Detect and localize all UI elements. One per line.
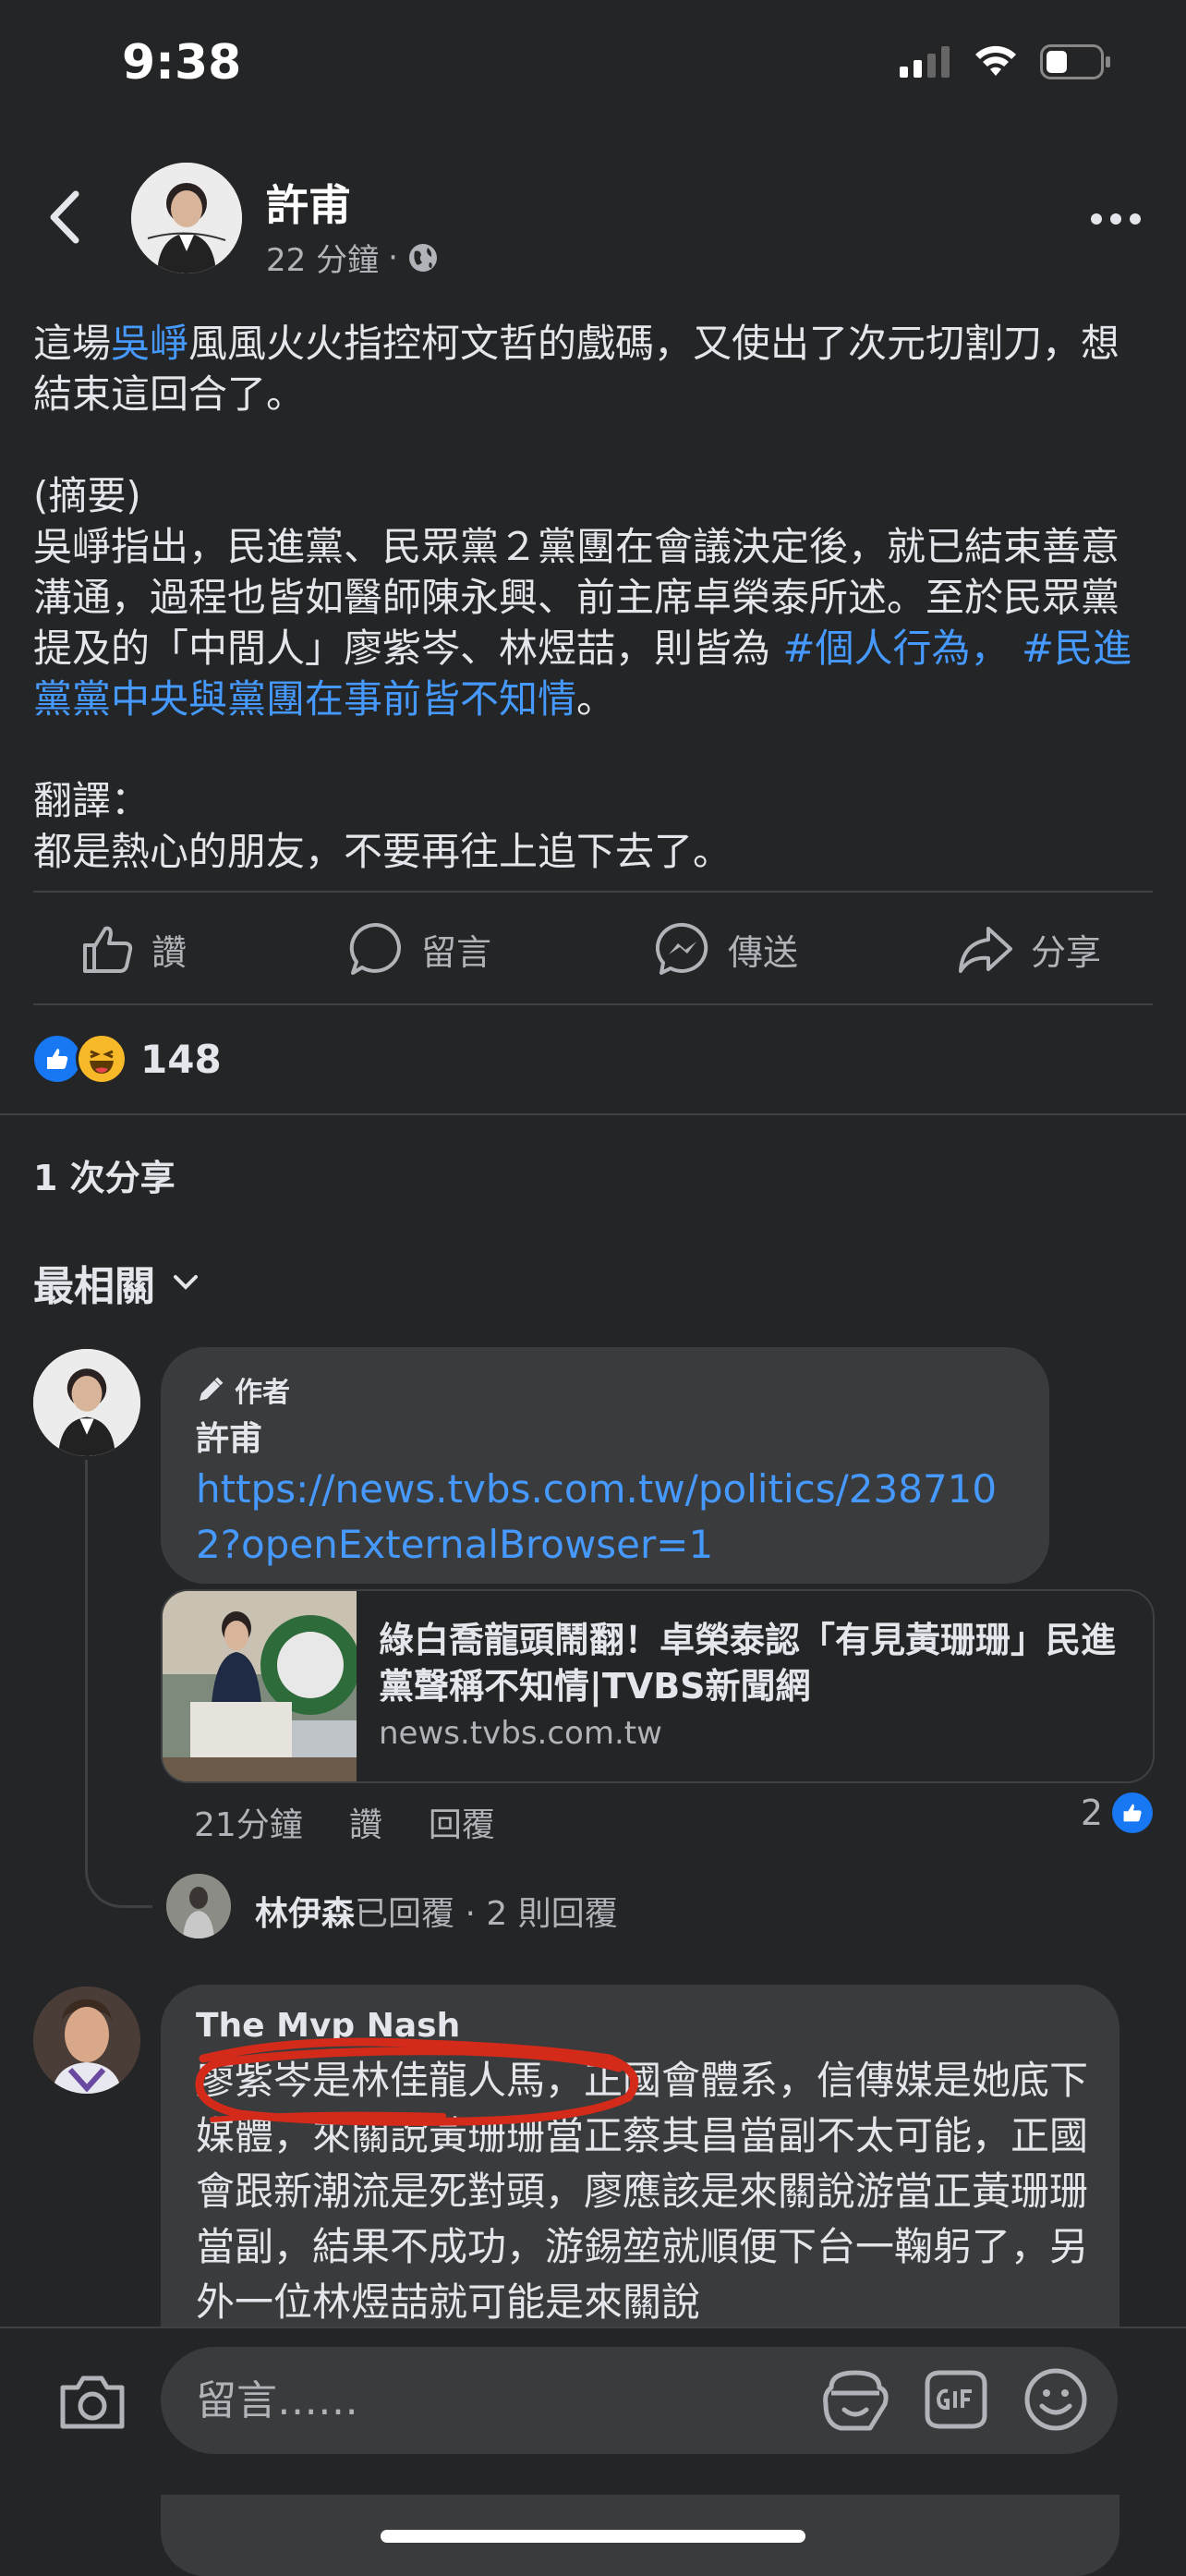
sort-label: 最相關 — [33, 1263, 155, 1310]
meta-separator: · — [388, 238, 398, 276]
send-button[interactable]: 傳送 — [656, 917, 798, 981]
thread-line — [85, 1460, 152, 1908]
hashtag-separator: ， — [970, 626, 1022, 671]
gif-button[interactable] — [922, 2365, 990, 2434]
reply-avatar[interactable] — [166, 1874, 231, 1938]
share-label: 分享 — [1031, 931, 1102, 973]
gif-icon — [925, 2370, 987, 2429]
comment-meta: 21分鐘 讚 回覆 — [194, 1798, 495, 1846]
like-button[interactable]: 讚 — [79, 917, 187, 981]
home-indicator — [381, 2530, 805, 2543]
sticker-button[interactable] — [818, 2363, 892, 2437]
reply-author: 林伊森 — [255, 1895, 356, 1933]
comment-like-count[interactable]: 2 — [1081, 1792, 1153, 1833]
post-meta: 22 分鐘 · — [266, 235, 439, 280]
comment-sort-dropdown[interactable]: 最相關 — [33, 1253, 200, 1312]
cellular-signal-icon — [900, 46, 950, 78]
haha-reaction-icon — [76, 1033, 127, 1085]
camera-button[interactable] — [55, 2365, 129, 2439]
globe-icon — [408, 243, 437, 272]
reactions-summary[interactable]: 148 — [31, 1033, 222, 1085]
commenter-avatar[interactable] — [33, 1349, 140, 1456]
commenter-name[interactable]: 許甫 — [196, 1412, 262, 1460]
post-time[interactable]: 22 分鐘 — [266, 235, 379, 280]
shares-count[interactable]: 1 次分享 — [33, 1149, 175, 1200]
comment-button[interactable]: 留言 — [349, 917, 491, 981]
author-name[interactable]: 許甫 — [266, 172, 351, 233]
comment-label: 留言 — [421, 931, 492, 973]
commenter-avatar[interactable] — [33, 1987, 140, 2094]
link-preview-image — [163, 1591, 357, 1781]
comment-bubble-icon — [349, 922, 401, 975]
summary-label: (摘要) — [33, 473, 141, 518]
mention-link[interactable]: 吳崢 — [111, 321, 188, 366]
thumbs-up-icon — [83, 926, 133, 973]
share-arrow-icon — [959, 927, 1012, 973]
more-dots-icon — [1091, 213, 1141, 225]
body-text: 都是熱心的朋友，不要再往上追下去了。 — [33, 829, 732, 874]
link-preview-card[interactable]: 綠白喬龍頭鬧翻！卓榮泰認「有見黃珊珊」民進黨聲稱不知情|TVBS新聞網 news… — [161, 1589, 1155, 1783]
divider — [33, 1003, 1153, 1005]
body-text: 。 — [576, 676, 616, 722]
comment-reply-button[interactable]: 回覆 — [429, 1798, 495, 1846]
like-reaction-icon — [1112, 1792, 1153, 1833]
replies-summary[interactable]: 林伊森已回覆 · 2 則回覆 — [255, 1887, 618, 1935]
red-scribble-annotation — [195, 2037, 639, 2126]
author-badge: 作者 — [196, 1369, 290, 1410]
reply-count: · 2 則回覆 — [454, 1895, 618, 1933]
comment-time: 21分鐘 — [194, 1806, 303, 1844]
status-time: 9:38 — [122, 35, 242, 91]
comment-link[interactable]: https://news.tvbs.com.tw/politics/238710… — [196, 1462, 1027, 1573]
comment-like-button[interactable]: 讚 — [349, 1798, 382, 1846]
chevron-down-icon — [174, 1275, 198, 1290]
post-body: 這場吳崢風風火火指控柯文哲的戲碼，又使出了次元切割刀，想結束這回合了。 (摘要)… — [33, 318, 1156, 877]
pencil-icon — [200, 1377, 224, 1401]
link-preview-title: 綠白喬龍頭鬧翻！卓榮泰認「有見黃珊珊」民進黨聲稱不知情|TVBS新聞網 — [379, 1620, 1117, 1707]
status-icons — [900, 44, 1112, 79]
chevron-left-icon — [50, 190, 79, 244]
translation-label: 翻譯： — [33, 778, 151, 823]
author-badge-label: 作者 — [235, 1377, 290, 1409]
back-button[interactable] — [42, 185, 89, 249]
sticker-icon — [823, 2370, 889, 2431]
divider — [33, 891, 1153, 893]
send-label: 傳送 — [728, 931, 799, 973]
hashtag-link[interactable]: #個人行為 — [782, 626, 970, 671]
author-avatar[interactable] — [131, 163, 242, 273]
body-text: 這場 — [33, 321, 112, 366]
wifi-icon — [975, 45, 1016, 76]
divider — [0, 1113, 1186, 1115]
link-preview-domain: news.tvbs.com.tw — [379, 1715, 662, 1752]
smiley-icon — [1024, 2368, 1087, 2431]
camera-icon — [60, 2376, 125, 2429]
reply-action: 已回覆 — [355, 1895, 455, 1933]
body-text: 風風火火指控柯文哲的戲碼，又使出了次元切割刀，想結束這回合了。 — [33, 321, 1120, 417]
messenger-icon — [656, 922, 708, 975]
like-label: 讚 — [151, 931, 188, 973]
comment-like-number: 2 — [1080, 1792, 1103, 1833]
share-button[interactable]: 分享 — [957, 917, 1101, 981]
more-options-button[interactable] — [1088, 205, 1144, 233]
emoji-button[interactable] — [1022, 2365, 1090, 2434]
battery-icon — [1040, 44, 1110, 79]
reaction-count: 148 — [140, 1036, 222, 1082]
